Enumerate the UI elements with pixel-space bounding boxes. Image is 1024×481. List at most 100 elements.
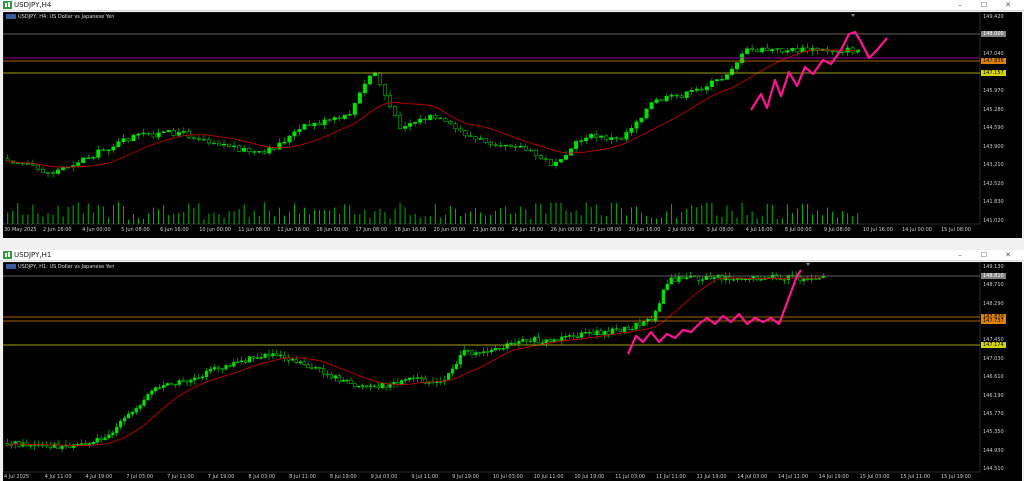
candle-body: [131, 134, 136, 141]
candle-body: [684, 91, 689, 98]
candle-body: [423, 118, 428, 121]
candle-body: [669, 94, 674, 97]
candle-body: [610, 328, 615, 335]
candle-body: [689, 90, 694, 92]
candle-body: [453, 123, 458, 129]
price-tick-label: 144.510: [983, 466, 1004, 472]
candle-body: [438, 117, 443, 120]
candle-body: [212, 367, 216, 370]
candle-body: [189, 379, 193, 383]
close-button[interactable]: ✕: [996, 250, 1020, 260]
candle-body: [310, 367, 314, 369]
h4-titlebar[interactable]: USDJPY,H4 – ☐ ✕: [0, 0, 1024, 11]
candle-body: [267, 147, 272, 154]
candle-body: [821, 276, 826, 278]
price-tick-label: 148.290: [983, 300, 1004, 307]
minimize-button[interactable]: –: [948, 250, 972, 260]
candle-body: [634, 322, 638, 330]
candle-body: [462, 350, 466, 356]
candle-body: [644, 108, 649, 119]
candle-body: [161, 385, 166, 388]
candle-body: [204, 370, 209, 378]
candle-body: [493, 348, 498, 351]
time-tick-label: 7 Jul 19:00: [207, 474, 235, 480]
pink-zigzag-drawing[interactable]: [750, 30, 888, 111]
candle-body: [237, 145, 242, 152]
h1-price-axis[interactable]: 149.130148.710148.290147.870147.450147.0…: [980, 262, 1022, 472]
candle-body: [488, 142, 493, 145]
time-tick-label: 2 Jun 16:00: [43, 227, 72, 233]
moving-average-line: [7, 277, 824, 446]
candle-body: [247, 356, 252, 363]
time-tick-label: 5 Jun 08:00: [121, 227, 150, 233]
candle-body: [107, 434, 111, 439]
candle-body: [45, 172, 51, 174]
current-bar-marker: [806, 263, 810, 266]
candle-body: [564, 336, 568, 338]
candle-body: [558, 159, 564, 163]
maximize-button[interactable]: ☐: [972, 250, 996, 260]
candle-body: [654, 99, 659, 103]
candle-body: [236, 361, 240, 363]
maximize-button[interactable]: ☐: [972, 0, 996, 10]
close-button[interactable]: ✕: [996, 0, 1020, 10]
candle-body: [454, 363, 459, 370]
candle-body: [252, 151, 257, 153]
candle-body: [282, 354, 287, 358]
time-tick-label: 27 Jun 08:00: [589, 227, 622, 233]
candle-body: [197, 377, 201, 379]
price-level-badge: 148.810: [981, 273, 1006, 279]
candle-body: [134, 408, 138, 413]
h4-price-chart[interactable]: [3, 12, 1022, 238]
candle-body: [607, 330, 611, 335]
candle-body: [589, 133, 594, 139]
moving-average-line: [7, 49, 858, 168]
candle-body: [743, 278, 747, 281]
time-tick-label: 7 Jul 03:00: [126, 474, 154, 480]
candle-body: [186, 131, 191, 138]
time-tick-label: 10 Jul 19:00: [574, 474, 605, 480]
candle-body: [353, 383, 357, 387]
candle-body: [638, 322, 642, 326]
h4-info-text: USDJPY, H4: US Dollar vs Japanese Yen: [18, 14, 115, 20]
candle-body: [704, 276, 708, 280]
candle-body: [407, 377, 412, 380]
time-tick-label: 14 Jul 19:00: [818, 474, 849, 480]
h1-price-chart[interactable]: [3, 262, 1022, 481]
candle-body: [91, 157, 96, 159]
candle-body: [206, 139, 211, 144]
minimize-button[interactable]: –: [948, 0, 972, 10]
plot-frame: [3, 262, 981, 473]
h1-window-title: USDJPY,H1: [14, 251, 52, 259]
candle-body: [146, 394, 150, 401]
h4-price-axis[interactable]: 149.420148.060147.040146.660145.970145.2…: [980, 12, 1022, 224]
candle-body: [196, 138, 201, 140]
h1-time-axis[interactable]: 4 Jul 2025 4 Jul 11:00 4 Jul 19:00 7 Jul 03…: [3, 473, 980, 481]
candle-body: [433, 115, 438, 119]
time-tick-label: 10 Jul 16:00: [862, 227, 893, 233]
candle-body: [216, 367, 220, 369]
time-tick-label: 8 Jul 19:00: [329, 474, 357, 480]
candle-body: [362, 83, 367, 94]
candle-body: [483, 138, 488, 143]
candle-body: [364, 385, 369, 387]
candle-body: [341, 379, 345, 382]
h4-time-axis[interactable]: 30 May 2025 2 Jun 16:00 4 Jun 00:00 5 Jun 0…: [3, 226, 980, 234]
candle-body: [306, 364, 310, 369]
candle-body: [404, 379, 408, 381]
time-tick-label: 11 Jul 11:00: [655, 474, 686, 480]
candle-body: [732, 279, 736, 281]
candle-body: [473, 136, 478, 140]
candle-body: [501, 348, 505, 350]
h4-chart-area[interactable]: USDJPY, H4: US Dollar vs Japanese Yen 14…: [3, 12, 1022, 238]
time-tick-label: 4 Jul 19:00: [85, 474, 113, 480]
candle-body: [548, 339, 552, 342]
candle-body: [649, 102, 654, 110]
candle-body: [622, 326, 626, 332]
candle-body: [750, 48, 755, 51]
candle-body: [115, 426, 119, 434]
h1-chart-area[interactable]: USDJPY, H1: US Dollar vs Japanese Yen 14…: [3, 262, 1022, 481]
candle-body: [533, 149, 538, 156]
h1-titlebar[interactable]: USDJPY,H1 – ☐ ✕: [0, 250, 1024, 261]
candle-body: [81, 157, 86, 163]
